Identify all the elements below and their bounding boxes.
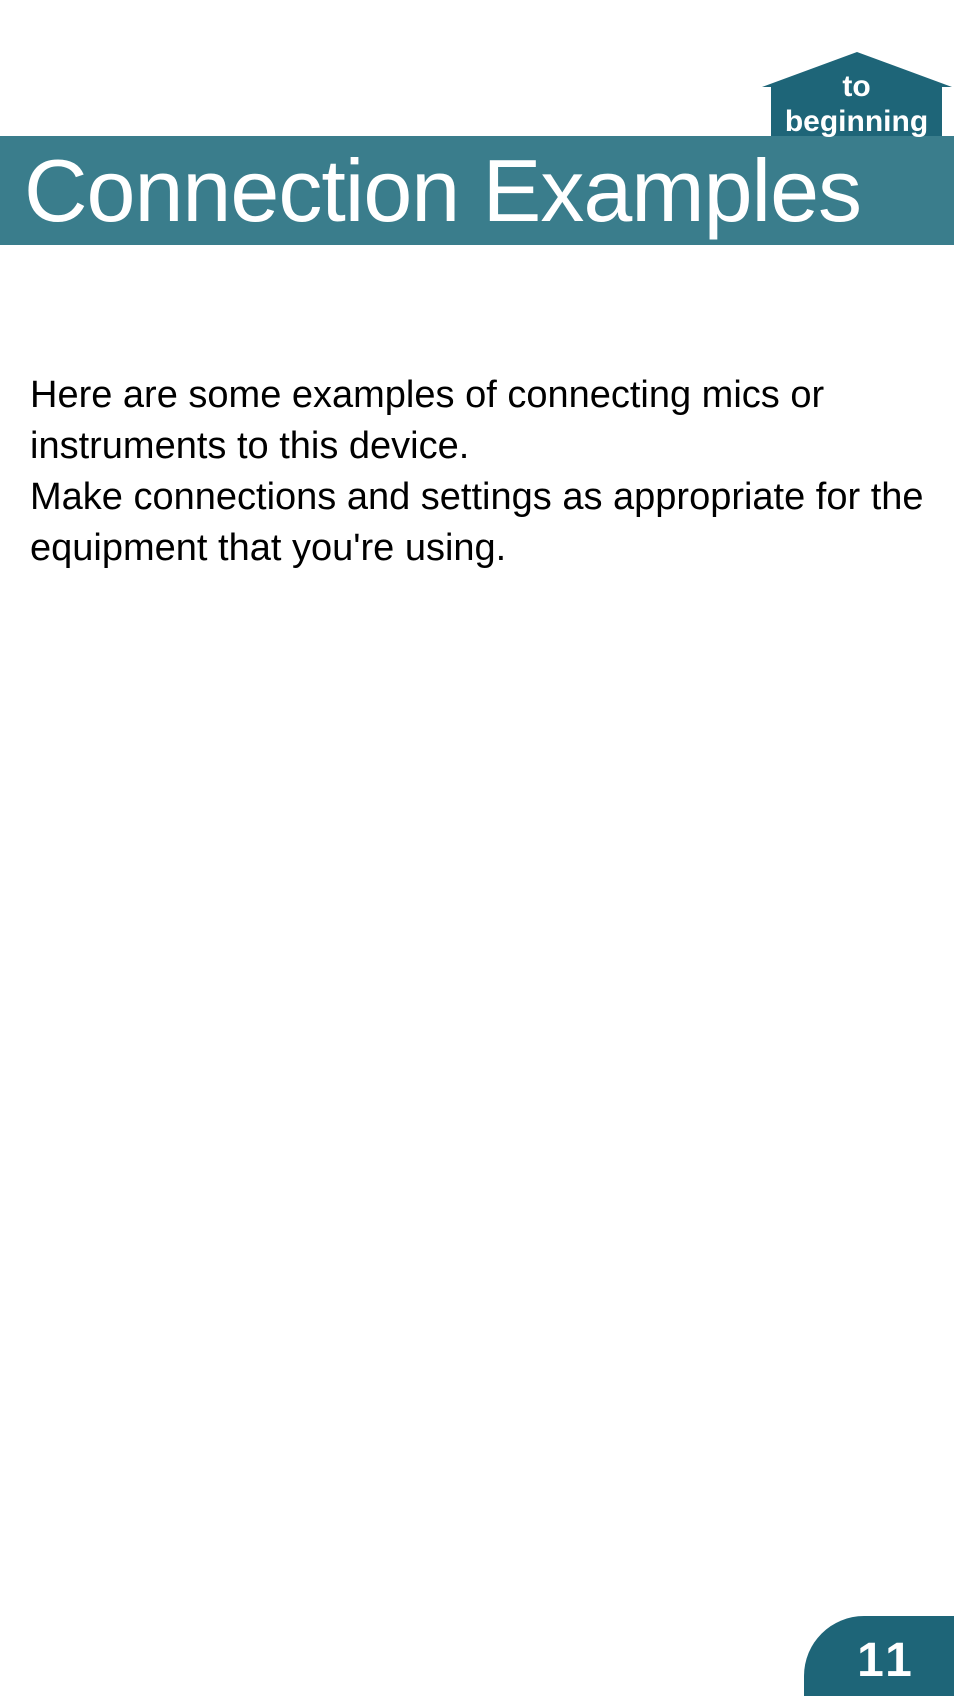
page-number: 11 (857, 1633, 916, 1688)
header-bar: Connection Examples (0, 136, 954, 245)
intro-paragraph-2: Make connections and settings as appropr… (30, 472, 924, 574)
page-number-badge: 11 (804, 1616, 954, 1696)
nav-arrow-label: to beginning (759, 70, 954, 139)
to-beginning-button[interactable]: to beginning (759, 52, 954, 142)
intro-paragraph-1: Here are some examples of connecting mic… (30, 370, 924, 472)
page-title: Connection Examples (24, 140, 861, 242)
body-content: Here are some examples of connecting mic… (30, 370, 924, 574)
